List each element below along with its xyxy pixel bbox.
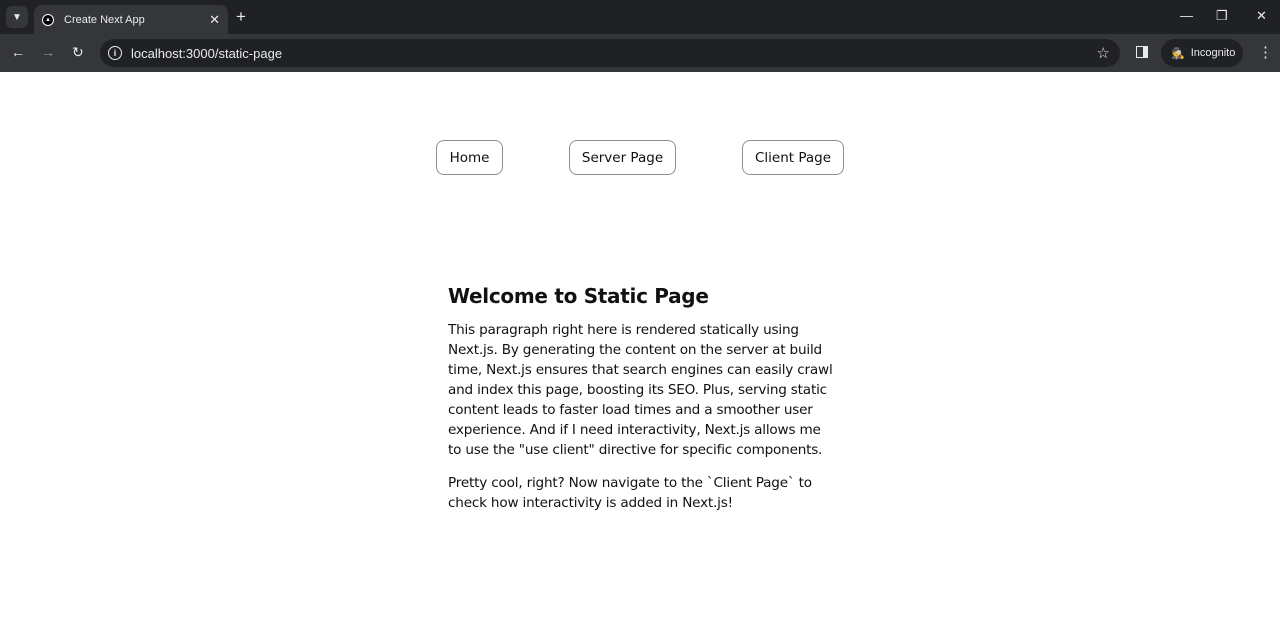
incognito-icon: 🕵 (1171, 47, 1185, 60)
bookmark-star-icon[interactable]: ☆ (1097, 44, 1110, 62)
page-title: Welcome to Static Page (448, 284, 709, 308)
new-tab-button[interactable]: + (236, 7, 246, 27)
incognito-label: Incognito (1190, 47, 1236, 59)
main-content: Welcome to Static Page This paragraph ri… (448, 284, 838, 526)
address-bar[interactable]: i localhost:3000/static-page ☆ (100, 39, 1120, 67)
close-window-icon[interactable]: ✕ (1256, 8, 1267, 24)
forward-icon[interactable]: → (41, 44, 55, 60)
browser-tab[interactable]: ▲ Create Next App ✕ (34, 5, 228, 34)
minimize-icon[interactable]: — (1180, 8, 1193, 23)
tab-search-button[interactable]: ▼ (6, 6, 28, 28)
browser-titlebar: ▼ ▲ Create Next App ✕ + — ❐ ✕ (0, 0, 1280, 34)
more-menu-icon[interactable]: ⋮ (1258, 43, 1273, 61)
home-link[interactable]: Home (436, 140, 503, 175)
side-panel-icon[interactable] (1136, 46, 1148, 58)
nav-links: Home Server Page Client Page (0, 140, 1280, 175)
client-page-link[interactable]: Client Page (742, 140, 844, 175)
incognito-button[interactable]: 🕵 Incognito (1161, 39, 1243, 67)
intro-paragraph: This paragraph right here is rendered st… (448, 322, 833, 458)
close-tab-icon[interactable]: ✕ (209, 12, 220, 28)
reload-icon[interactable]: ↻ (72, 44, 84, 61)
nextjs-favicon-icon: ▲ (42, 13, 54, 26)
site-info-icon[interactable]: i (108, 46, 122, 60)
tab-title: Create Next App (64, 13, 145, 26)
back-icon[interactable]: ← (11, 44, 25, 60)
url-text[interactable]: localhost:3000/static-page (131, 46, 282, 61)
chevron-down-icon: ▼ (12, 11, 22, 23)
server-page-link[interactable]: Server Page (569, 140, 676, 175)
browser-toolbar: ← → ↻ i localhost:3000/static-page ☆ 🕵 I… (0, 34, 1280, 72)
followup-paragraph: Pretty cool, right? Now navigate to the … (448, 475, 812, 511)
restore-icon[interactable]: ❐ (1216, 8, 1228, 24)
